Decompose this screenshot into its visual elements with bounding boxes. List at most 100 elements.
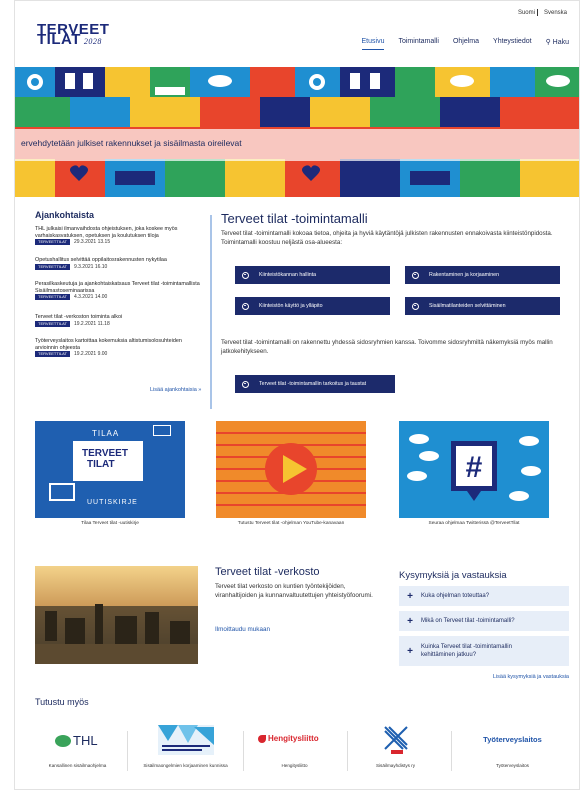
faq-question: Kuinka Terveet tilat -toimintamallin keh… xyxy=(421,644,512,658)
partner-separator xyxy=(127,731,128,771)
partner-tyoterveyslaitos[interactable]: Työterveyslaitos Työterveyslaitos xyxy=(470,723,555,775)
partner-separator xyxy=(347,731,348,771)
news-tag: TERVEETTILAT xyxy=(35,239,70,245)
btn-label: Kiinteistön käyttö ja ylläpito xyxy=(259,303,323,309)
sisailma-logo xyxy=(158,725,214,755)
faq-item[interactable]: + Kuinka Terveet tilat -toimintamallin ke… xyxy=(399,636,569,666)
news-item-title: THL julkaisi ilmanvaihdosta ohjeistuksen… xyxy=(35,226,178,239)
faq-item[interactable]: + Kuka ohjelman toteuttaa? xyxy=(399,586,569,606)
search-label: Haku xyxy=(552,39,569,46)
newsletter-top: TILAA xyxy=(92,429,120,438)
news-item[interactable]: Terveet tilat -verkoston toiminta alkoi T… xyxy=(35,314,205,327)
partner-separator xyxy=(243,731,244,771)
btn-label: Kiinteistökannan hallinta xyxy=(259,272,317,278)
news-item[interactable]: Perasilkaskeutuja ja ajankohtaiskatsaus … xyxy=(35,281,205,301)
news-tag: TERVEETTILAT xyxy=(35,320,70,327)
btn-kayttö-yllapito[interactable]: Kiinteistön käyttö ja ylläpito xyxy=(235,297,390,315)
circle-icon xyxy=(412,302,419,310)
partner-sisailmaongelmat[interactable]: Sisäilmaongelmien korjaaminen kunnissa xyxy=(143,723,228,775)
thl-logo: THL xyxy=(73,733,98,748)
envelope-icon xyxy=(153,425,171,436)
news-tag: TERVEETTILAT xyxy=(35,294,70,300)
circle-icon xyxy=(242,302,249,310)
twitter-caption[interactable]: Seuraa ohjelmaa Twitterissä @TerveetTila… xyxy=(399,521,549,526)
partner-label: Sisäilmaongelmien korjaaminen kunnissa xyxy=(143,763,228,768)
youtube-caption[interactable]: Tutustu Terveet tilat -ohjelman YouTube-… xyxy=(216,521,366,526)
lang-sv[interactable]: Svenska xyxy=(542,10,569,16)
news-item[interactable]: Työterveyslaitos kartoittaa kokemuksia a… xyxy=(35,338,205,358)
youtube-card[interactable] xyxy=(216,421,366,518)
verkosto-text: Terveet tilat verkosto on kuntien työnte… xyxy=(215,583,373,599)
news-tag: TERVEETTILAT xyxy=(35,263,70,270)
partner-hengitysliitto[interactable]: Hengitysliitto Hengitysliitto xyxy=(252,723,337,775)
hero-tagline: ervehdytetään julkiset rakennukset ja si… xyxy=(15,129,579,161)
tyoterveyslaitos-logo: Työterveyslaitos xyxy=(483,735,542,744)
plus-icon: + xyxy=(407,590,413,602)
envelope-icon xyxy=(49,483,75,501)
hengitysliitto-icon xyxy=(258,735,266,743)
newsletter-caption[interactable]: Tilaa Terveet tilat -uutiskirje xyxy=(35,521,185,526)
language-switch: Suomi Svenska xyxy=(516,9,569,16)
news-item[interactable]: Opetushallitus selvittää oppilaitosraken… xyxy=(35,257,205,270)
search-icon: ⚲ xyxy=(545,39,551,46)
toimintamalli-heading: Terveet tilat -toimintamalli xyxy=(221,211,368,226)
section-divider xyxy=(210,215,212,409)
twitter-card[interactable]: # xyxy=(399,421,549,518)
toimintamalli-intro: Terveet tilat -toimintamalli kokoaa tiet… xyxy=(221,230,553,246)
news-tag: TERVEETTILAT xyxy=(35,351,70,357)
partner-separator xyxy=(451,731,452,771)
faq-question: Mikä on Terveet tilat -toimintamalli? xyxy=(421,618,515,624)
hero-banner: ervehdytetään julkiset rakennukset ja si… xyxy=(15,67,579,197)
more-faq-link[interactable]: Lisää kysymyksiä ja vastauksia xyxy=(493,674,569,680)
partner-label: Työterveyslaitos xyxy=(496,763,529,768)
join-link[interactable]: Ilmoittaudu mukaan xyxy=(215,626,270,633)
nav-search[interactable]: ⚲ Haku xyxy=(546,38,569,50)
news-item[interactable]: THL julkaisi ilmanvaihdosta ohjeistuksen… xyxy=(35,226,205,246)
sisailmayhdistys-logo xyxy=(384,726,408,754)
nav-ohjelma[interactable]: Ohjelma xyxy=(453,38,479,50)
circle-icon xyxy=(242,380,249,388)
verkosto-heading: Terveet tilat -verkosto xyxy=(215,566,320,578)
logo-line2: TILAT xyxy=(37,31,81,48)
nav-toimintamalli[interactable]: Toimintamalli xyxy=(398,38,438,50)
news-date: 19.2.2021 11.18 xyxy=(73,320,110,327)
more-news-link[interactable]: Lisää ajankohtaisia » xyxy=(150,387,201,393)
partner-thl[interactable]: THL Kansallinen sisäilmaohjelma xyxy=(35,723,120,775)
site-logo[interactable]: TERVEET TILAT 2028 xyxy=(37,22,109,48)
news-date: 19.2.2021 9.00 xyxy=(73,351,108,357)
btn-kiinteistokannan-hallinta[interactable]: Kiinteistökannan hallinta xyxy=(235,266,390,284)
partner-label: Kansallinen sisäilmaohjelma xyxy=(48,763,107,768)
btn-label: Rakentaminen ja korjaaminen xyxy=(429,272,500,278)
faq-question: Kuka ohjelman toteuttaa? xyxy=(421,593,490,599)
logo-year: 2028 xyxy=(83,37,102,46)
network-photo xyxy=(35,566,198,664)
nav-yhteystiedot[interactable]: Yhteystiedot xyxy=(493,38,532,50)
partner-label: Sisäilmayhdistys ry xyxy=(375,763,416,768)
hashtag-icon: # xyxy=(466,451,483,484)
btn-tarkoitus-taustat[interactable]: Terveet tilat -toimintamallin tarkoitus … xyxy=(235,375,395,393)
plus-icon: + xyxy=(407,615,413,627)
brick-wall xyxy=(216,432,366,506)
plus-icon: + xyxy=(407,645,413,657)
lang-fi[interactable]: Suomi xyxy=(516,10,537,16)
btn-rakentaminen[interactable]: Rakentaminen ja korjaaminen xyxy=(405,266,560,284)
circle-icon xyxy=(242,271,249,279)
news-item-title: Työterveyslaitos kartoittaa kokemuksia a… xyxy=(35,338,182,351)
news-item-title: Perasilkaskeutuja ja ajankohtaiskatsaus … xyxy=(35,281,200,294)
circle-icon xyxy=(412,271,419,279)
news-date: 4.3.2021 14.00 xyxy=(73,294,108,300)
nav-etusivu[interactable]: Etusivu xyxy=(361,38,385,50)
twitter-illustration: # xyxy=(407,434,541,501)
page: Suomi Svenska TERVEET TILAT 2028 Etusivu T… xyxy=(14,0,580,790)
partner-label: Hengitysliitto xyxy=(281,763,308,768)
faq-item[interactable]: + Mikä on Terveet tilat -toimintamalli? xyxy=(399,611,569,631)
thl-leaf-icon xyxy=(55,735,71,747)
btn-label: Sisäilmatilanteiden selvittäminen xyxy=(429,303,506,309)
newsletter-mid2: TILAT xyxy=(87,459,115,470)
btn-sisailmatilanteet[interactable]: Sisäilmatilanteiden selvittäminen xyxy=(405,297,560,315)
partner-sisailmayhdistys[interactable]: Sisäilmayhdistys ry xyxy=(353,723,438,775)
newsletter-bottom: UUTISKIRJE xyxy=(87,499,138,506)
newsletter-card[interactable]: TILAA TERVEET TILAT UUTISKIRJE xyxy=(35,421,185,518)
newsletter-mid1: TERVEET xyxy=(82,448,128,459)
news-date: 9.3.2021 16.10 xyxy=(73,263,108,270)
